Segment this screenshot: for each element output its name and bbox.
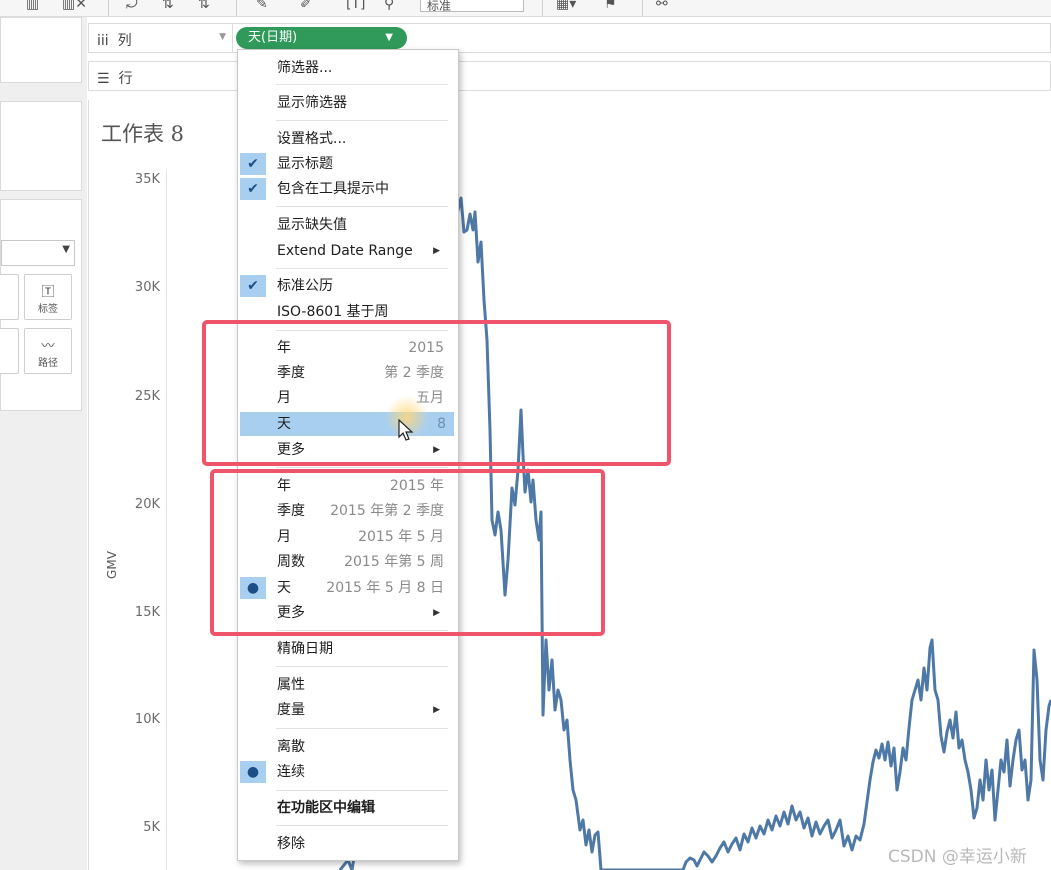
annotation-box-date-part (202, 320, 671, 466)
menu-item-discrete[interactable]: 离散 (238, 735, 456, 759)
menu-item-include-tooltip[interactable]: ✔ 包含在工具提示中 (238, 177, 456, 201)
menu-separator (276, 790, 448, 791)
menu-item-show-missing[interactable]: 显示缺失值 (238, 213, 456, 237)
menu-item-show-header[interactable]: ✔ 显示标题 (238, 152, 456, 176)
menu-item-standard-calendar[interactable]: ✔ 标准公历 (238, 274, 456, 298)
menu-separator (276, 467, 448, 468)
menu-item-remove[interactable]: 移除 (238, 832, 456, 856)
menu-separator (276, 825, 448, 826)
menu-item-format[interactable]: 设置格式... (238, 127, 456, 151)
menu-item-continuous[interactable]: ● 连续 (238, 760, 456, 784)
menu-item-measure[interactable]: 度量 ▶ (238, 698, 456, 722)
check-icon: ✔ (240, 153, 266, 175)
check-icon: ✔ (240, 275, 266, 297)
menu-item-edit-in-shelf[interactable]: 在功能区中编辑 (238, 796, 456, 820)
check-icon: ✔ (240, 178, 266, 200)
menu-item-filter[interactable]: 筛选器... (238, 56, 456, 80)
annotation-box-exact-date (210, 469, 605, 636)
menu-item-attribute[interactable]: 属性 (238, 673, 456, 697)
menu-separator (276, 666, 448, 667)
submenu-arrow-icon: ▶ (433, 705, 440, 715)
menu-item-show-filter[interactable]: 显示筛选器 (238, 91, 456, 115)
menu-separator (276, 728, 448, 729)
submenu-arrow-icon: ▶ (433, 246, 440, 256)
watermark: CSDN @幸运小新 (888, 847, 1027, 867)
selected-dot-icon: ● (240, 761, 266, 783)
menu-separator (276, 84, 448, 85)
menu-separator (276, 268, 448, 269)
menu-item-exact-date[interactable]: 精确日期 (238, 637, 456, 661)
menu-item-extend-date-range[interactable]: Extend Date Range ▶ (238, 239, 456, 263)
menu-separator (276, 206, 448, 207)
menu-separator (276, 120, 448, 121)
